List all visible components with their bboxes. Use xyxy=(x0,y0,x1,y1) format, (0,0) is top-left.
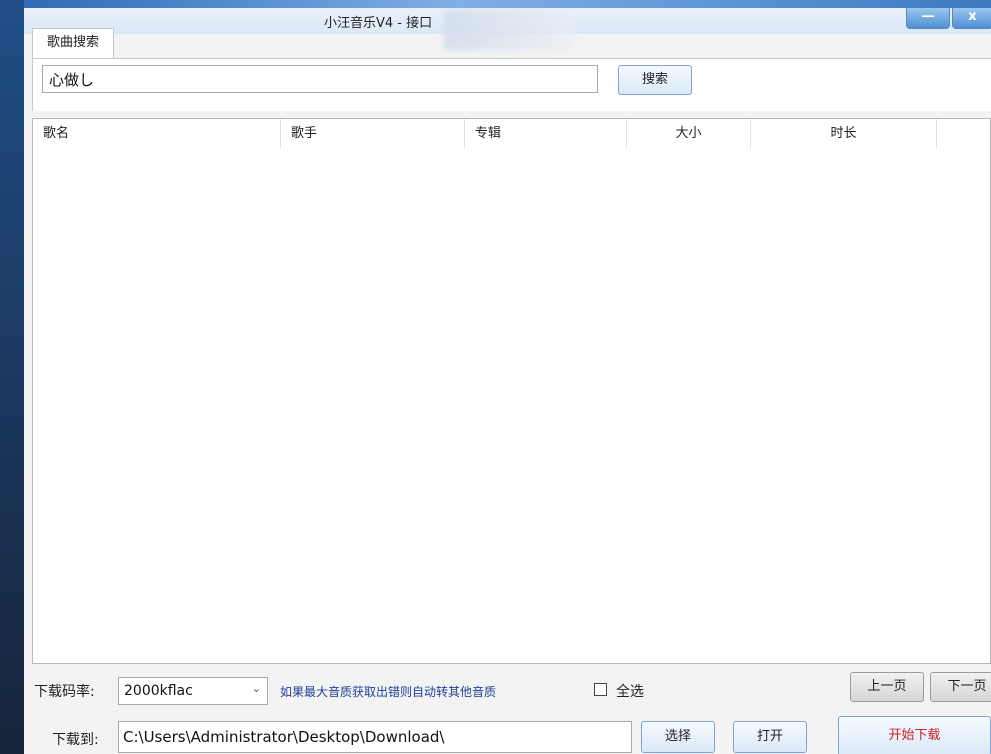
title-bar: 小汪音乐V4 - 接口 — x xyxy=(24,8,991,50)
open-folder-button[interactable]: 打开 xyxy=(733,721,807,753)
search-button[interactable]: 搜索 xyxy=(618,65,692,95)
redacted-area xyxy=(444,10,574,50)
bitrate-selected-value: 2000kflac xyxy=(124,683,193,699)
bitrate-label: 下载码率: xyxy=(34,684,95,700)
desktop-background xyxy=(0,0,24,754)
column-header-filler xyxy=(937,119,991,149)
search-input[interactable] xyxy=(42,65,598,93)
start-download-button[interactable]: 开始下载 xyxy=(838,716,991,754)
select-all-checkbox[interactable] xyxy=(594,683,607,696)
close-button[interactable]: x xyxy=(952,8,991,29)
search-panel: 搜索 xyxy=(32,58,991,111)
column-header-size[interactable]: 大小 xyxy=(627,119,751,149)
bitrate-select[interactable]: 2000kflac ⌄ xyxy=(118,677,268,705)
window-title: 小汪音乐V4 - 接口 xyxy=(324,16,433,31)
list-header: 歌名 歌手 专辑 大小 时长 xyxy=(33,119,991,151)
minimize-button[interactable]: — xyxy=(906,8,950,29)
download-path-input[interactable] xyxy=(118,721,632,753)
choose-folder-button[interactable]: 选择 xyxy=(641,721,715,753)
chevron-down-icon[interactable]: ⌄ xyxy=(252,682,261,695)
bitrate-hint: 如果最大音质获取出错则自动转其他音质 xyxy=(280,685,497,699)
column-header-duration[interactable]: 时长 xyxy=(751,119,937,149)
column-header-artist[interactable]: 歌手 xyxy=(281,119,465,149)
tab-song-search[interactable]: 歌曲搜索 xyxy=(32,28,114,59)
results-list[interactable]: 歌名 歌手 专辑 大小 时长 xyxy=(32,118,991,664)
next-page-button[interactable]: 下一页 xyxy=(930,672,991,702)
download-path-label: 下载到: xyxy=(52,732,99,748)
desktop-background-top xyxy=(24,0,991,8)
prev-page-button[interactable]: 上一页 xyxy=(850,672,924,702)
column-header-song[interactable]: 歌名 xyxy=(33,119,281,149)
app-window: 小汪音乐V4 - 接口 — x 歌曲搜索 搜索 歌名 歌手 专辑 大小 时长 下… xyxy=(24,8,991,754)
select-all-label[interactable]: 全选 xyxy=(616,681,644,701)
column-header-album[interactable]: 专辑 xyxy=(465,119,627,149)
